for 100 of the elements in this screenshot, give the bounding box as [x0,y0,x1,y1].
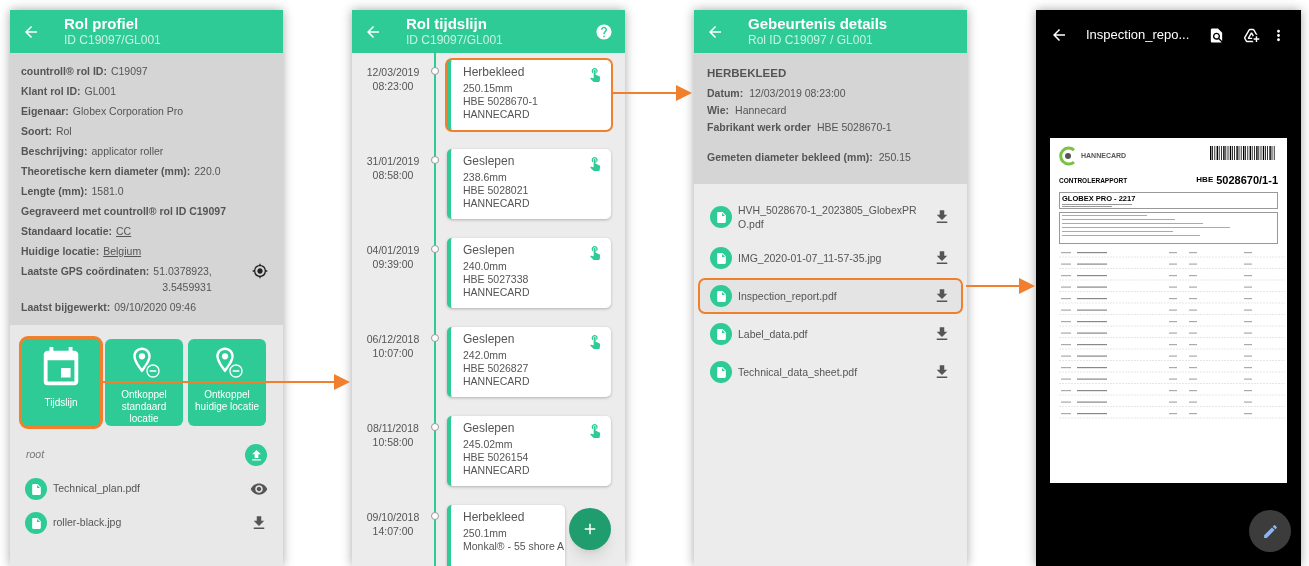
info-value: HBE 5028670-1 [816,120,892,135]
info-value: 1581.0 [91,184,124,199]
file-icon [710,285,732,307]
file-row[interactable]: IMG_2020-01-07_11-57-35.jpg [700,242,961,274]
file-icon [710,323,732,345]
file-name[interactable]: roller-black.jpg [53,515,244,531]
info-label: Lengte (mm): [21,184,88,199]
info-value: 12/03/2019 08:23:00 [749,86,846,101]
event-type: Geslepen [463,244,515,257]
info-label: Beschrijving: [21,144,88,159]
file-name: Technical_data_sheet.pdf [738,365,859,379]
location-link[interactable]: Belgium [103,243,142,259]
event-time: 08:58:00 [372,168,414,182]
info-label: countroll® rol ID: [21,64,107,79]
info-label: Klant rol ID: [21,84,81,99]
barcode-icon [1210,146,1278,160]
info-value: 51.0378923, [153,264,212,279]
event-type: Geslepen [463,155,515,168]
info-value: Globex Corporation Pro [72,104,184,119]
locate-icon[interactable] [252,263,268,279]
file-row[interactable]: HVH_5028670-1_2023805_GlobexPRO.pdf [700,198,961,236]
event-title: HERBEKLEED [707,66,788,81]
event-date: 06/12/2018 [366,332,420,346]
event-time: 09:39:00 [372,257,414,271]
file-row[interactable]: Technical_data_sheet.pdf [700,356,961,388]
event-card[interactable]: Geslepen 238.6mm HBE 5028021 HANNECARD [447,149,611,219]
event-time: 10:07:00 [372,346,414,360]
tap-icon [587,66,603,82]
event-date: 04/01/2019 [366,243,420,257]
file-icon [710,206,732,228]
timeline-node [431,156,439,164]
timeline-node [431,334,439,342]
event-date: 31/01/2019 [366,154,420,168]
timeline-node [431,512,439,520]
event-time: 14:07:00 [372,524,414,538]
event-detail: 250.1mm [463,527,507,540]
event-card[interactable]: Geslepen 240.0mm HBE 5027338 HANNECARD [447,238,611,308]
file-row[interactable]: Label_data.pdf [700,318,961,350]
event-detail: HANNECARD [463,286,530,299]
file-name: HVH_5028670-1_2023805_GlobexPRO.pdf [738,203,917,231]
event-date: 08/11/2018 [367,421,419,435]
event-detail: HBE 5027338 [463,273,529,286]
folder-name: root [26,447,45,463]
file-icon [25,478,47,500]
tap-icon [587,244,603,260]
info-value: C19097 [110,64,148,79]
location-link[interactable]: CC [116,223,132,239]
timeline-node [431,423,439,431]
timeline-node [431,67,439,75]
info-value: 09/10/2020 09:46 [114,300,197,315]
info-value: Hannecard [735,103,787,118]
event-date: 09/10/2018 [366,510,420,524]
file-icon [710,361,732,383]
info-value: 3.5459931 [162,280,212,295]
event-detail: 245.02mm [463,438,513,451]
file-row[interactable]: Inspection_report.pdf [700,280,961,312]
tap-icon [587,333,603,349]
info-text: Gegraveerd met countroll® rol ID C19097 [21,204,227,219]
event-detail: HBE 5026154 [463,451,529,464]
search-document-icon[interactable] [1208,26,1225,44]
event-detail: HANNECARD [463,464,530,477]
info-label: Wie: [707,103,730,118]
event-type: Herbekleed [463,66,525,79]
screen-subtitle: ID C19097/GL001 [64,33,162,49]
screen-title: Rol profiel [64,14,140,34]
event-detail: HANNECARD [463,197,530,210]
event-type: Herbekleed [463,511,525,524]
event-card[interactable]: Herbekleed 250.15mm HBE 5028670-1 HANNECARD [447,60,611,130]
info-value: 220.0 [194,164,221,179]
event-card[interactable]: Geslepen 245.02mm HBE 5026154 HANNECARD [447,416,611,486]
info-value: 250.15 [878,150,911,165]
pencil-icon [1261,522,1279,540]
add-button[interactable] [569,508,611,550]
flow-arrow [965,278,1035,294]
event-type: Geslepen [463,422,515,435]
event-detail: Monkal® - 55 shore A [463,540,565,553]
file-icon [25,512,47,534]
edit-button[interactable] [1249,510,1291,552]
event-card[interactable]: Herbekleed 250.1mm Monkal® - 55 shore A [447,505,565,566]
event-detail: 240.0mm [463,260,507,273]
file-icon [710,247,732,269]
screen-subtitle: Rol ID C19097 / GL001 [748,33,874,49]
screen-title: Rol tijdslijn [406,14,488,34]
info-label: Gemeten diameter bekleed (mm): [707,150,873,165]
file-title: Inspection_repo... [1086,26,1191,45]
view-icon[interactable] [250,480,268,498]
event-detail: 238.6mm [463,171,507,184]
event-detail: HBE 5028670-1 [463,95,538,108]
screen-subtitle: ID C19097/GL001 [406,33,504,49]
info-label: Laatste GPS coördinaten: [21,264,150,279]
info-label: Theoretische kern diameter (mm): [21,164,191,179]
event-card[interactable]: Geslepen 242.0mm HBE 5026827 HANNECARD [447,327,611,397]
file-name[interactable]: Technical_plan.pdf [53,481,244,497]
add-to-drive-icon[interactable] [1243,26,1260,44]
event-detail: 242.0mm [463,349,507,362]
file-name: Inspection_report.pdf [738,289,838,303]
screen-title: Gebeurtenis details [748,14,889,34]
report-number-prefix: HBE [1196,174,1214,186]
info-label: Eigenaar: [21,104,69,119]
info-label: Fabrikant werk order [707,120,811,135]
